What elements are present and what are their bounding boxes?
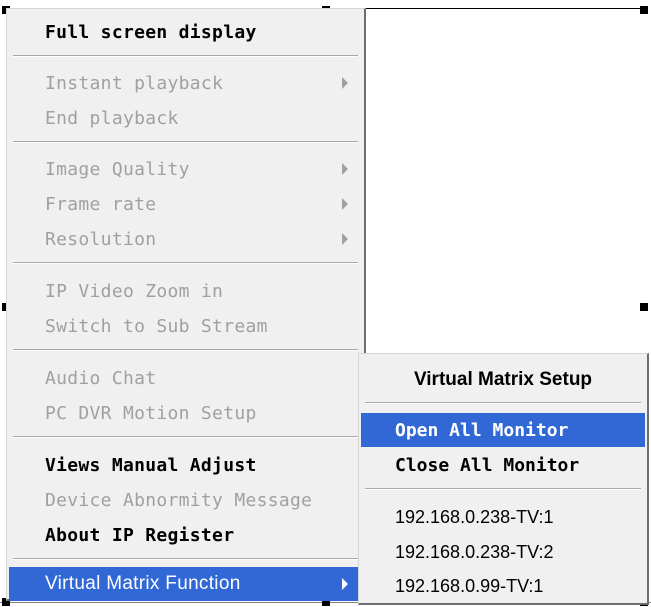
- submenu-item-close-all-monitor[interactable]: Close All Monitor: [361, 448, 645, 482]
- submenu-item-label: 192.168.0.99-TV:1: [395, 575, 544, 596]
- menu-item-image-quality[interactable]: Image Quality: [9, 152, 362, 186]
- menu-separator: [365, 402, 641, 404]
- submenu-arrow-icon: [342, 233, 348, 245]
- submenu-arrow-icon: [342, 163, 348, 175]
- menu-item-label: Audio Chat: [45, 367, 157, 389]
- submenu-title: Virtual Matrix Setup: [413, 369, 593, 390]
- menu-item-label: Resolution: [45, 228, 157, 250]
- menu-item-about-ip-register[interactable]: About IP Register: [9, 518, 362, 552]
- menu-item-label: Image Quality: [45, 158, 190, 180]
- menu-item-label: Virtual Matrix Function: [45, 573, 241, 594]
- menu-item-switch-sub-stream[interactable]: Switch to Sub Stream: [9, 309, 362, 343]
- menu-item-device-abnormity-message[interactable]: Device Abnormity Message: [9, 483, 362, 517]
- menu-item-label: Frame rate: [45, 193, 157, 215]
- menu-item-label: Views Manual Adjust: [45, 454, 257, 476]
- menu-item-label: End playback: [45, 107, 179, 129]
- menu-item-label: Switch to Sub Stream: [45, 315, 268, 337]
- menu-separator: [13, 436, 358, 438]
- submenu-item-monitor[interactable]: 192.168.0.99-TV:1: [361, 569, 645, 603]
- resize-handle-top-right[interactable]: [640, 6, 648, 14]
- submenu-arrow-icon: [342, 578, 348, 590]
- menu-separator: [365, 488, 641, 490]
- menu-item-pc-dvr-motion-setup[interactable]: PC DVR Motion Setup: [9, 396, 362, 430]
- menu-item-label: About IP Register: [45, 524, 235, 546]
- submenu-item-label: 192.168.0.238-TV:1: [395, 506, 554, 527]
- menu-separator: [13, 262, 358, 264]
- menu-item-instant-playback[interactable]: Instant playback: [9, 66, 362, 100]
- menu-item-label: Instant playback: [45, 72, 224, 94]
- submenu-item-label: Close All Monitor: [395, 454, 580, 476]
- submenu-item-open-all-monitor[interactable]: Open All Monitor: [361, 413, 645, 447]
- menu-item-virtual-matrix-function[interactable]: Virtual Matrix Function: [9, 567, 362, 601]
- menu-separator: [13, 55, 358, 57]
- menu-item-views-manual-adjust[interactable]: Views Manual Adjust: [9, 448, 362, 482]
- context-menu: Full screen display Instant playback End…: [6, 8, 366, 601]
- submenu-item-monitor[interactable]: 192.168.0.238-TV:1: [361, 500, 645, 534]
- submenu-item-label: Open All Monitor: [395, 419, 569, 441]
- menu-item-label: Full screen display: [45, 21, 257, 43]
- menu-item-audio-chat[interactable]: Audio Chat: [9, 361, 362, 395]
- menu-separator: [13, 349, 358, 351]
- menu-item-ip-video-zoom[interactable]: IP Video Zoom in: [9, 274, 362, 308]
- menu-item-full-screen[interactable]: Full screen display: [9, 15, 362, 49]
- submenu-arrow-icon: [342, 77, 348, 89]
- menu-item-label: PC DVR Motion Setup: [45, 402, 257, 424]
- submenu-arrow-icon: [342, 198, 348, 210]
- virtual-matrix-submenu: Virtual Matrix Setup Open All Monitor Cl…: [358, 353, 649, 605]
- menu-item-label: Device Abnormity Message: [45, 489, 313, 511]
- menu-item-label: IP Video Zoom in: [45, 280, 224, 302]
- resize-handle-mid-right[interactable]: [640, 303, 648, 311]
- menu-separator: [13, 141, 358, 143]
- menu-item-end-playback[interactable]: End playback: [9, 101, 362, 135]
- frame-top-edge: [366, 8, 646, 9]
- menu-item-frame-rate[interactable]: Frame rate: [9, 187, 362, 221]
- submenu-item-label: 192.168.0.238-TV:2: [395, 541, 554, 562]
- menu-item-resolution[interactable]: Resolution: [9, 222, 362, 256]
- submenu-item-monitor[interactable]: 192.168.0.238-TV:2: [361, 535, 645, 569]
- menu-separator: [13, 558, 358, 560]
